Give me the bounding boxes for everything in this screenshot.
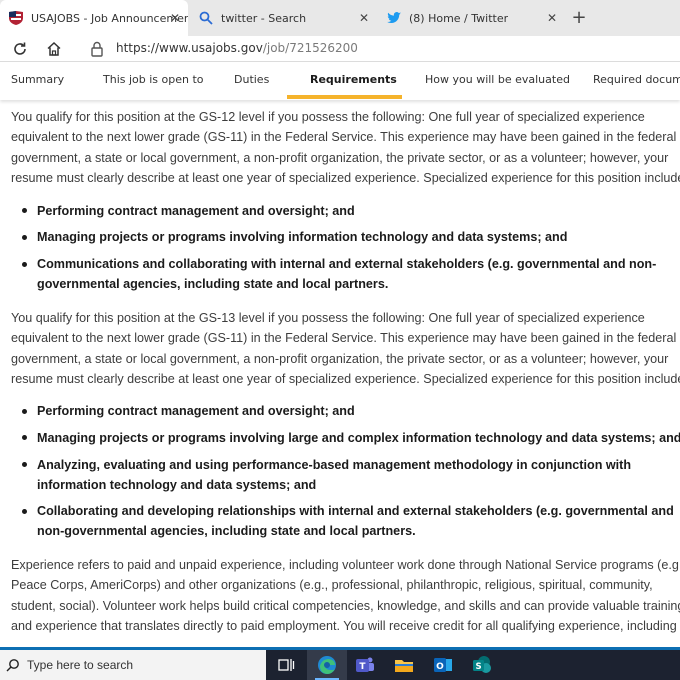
- text-line: student, social). Volunteer work helps b…: [11, 598, 680, 613]
- gs12-bullet-2: Managing projects or programs involving …: [37, 227, 680, 247]
- gs13-bullet-3: Analyzing, evaluating and using performa…: [37, 455, 680, 496]
- text-line: Peace Corps, AmeriCorps) and other organ…: [11, 578, 653, 593]
- experience-definition-text: Experience refers to paid and unpaid exp…: [11, 555, 680, 636]
- browser-tab-usajobs[interactable]: USAJOBS - Job Announcement ✕: [0, 0, 188, 36]
- text-line: government, a state or local government,…: [11, 150, 669, 165]
- task-view-icon[interactable]: [275, 654, 297, 676]
- gs12-bullet-1: Performing contract management and overs…: [37, 201, 680, 221]
- tab-title: twitter - Search: [221, 11, 307, 25]
- bullet-dot: [22, 262, 27, 267]
- text-line: Experience refers to paid and unpaid exp…: [11, 558, 680, 572]
- text-line: resume must clearly describe at least on…: [11, 371, 680, 386]
- svg-text:S: S: [475, 662, 481, 672]
- close-tab-icon[interactable]: ✕: [357, 11, 371, 25]
- gs13-qualification-text: You qualify for this position at the GS-…: [11, 308, 680, 389]
- text-line: Managing projects or programs involving …: [37, 431, 680, 445]
- url-field[interactable]: https://www.usajobs.gov/job/721526200: [116, 41, 358, 55]
- browser-tab-strip: USAJOBS - Job Announcement ✕ twitter - S…: [0, 0, 680, 36]
- tab-title: (8) Home / Twitter: [409, 11, 509, 25]
- browser-tab-twitter-home[interactable]: (8) Home / Twitter ✕: [378, 0, 565, 36]
- close-tab-icon[interactable]: ✕: [545, 11, 559, 25]
- text-line: government, a state or local government,…: [11, 351, 669, 366]
- text-line: governmental agencies, including state a…: [37, 277, 389, 292]
- browser-tab-twitter-search[interactable]: twitter - Search ✕: [190, 0, 377, 36]
- text-line: You qualify for this position at the GS-…: [11, 311, 645, 325]
- tab-this-job-is-open-to[interactable]: This job is open to: [103, 73, 204, 86]
- text-line: equivalent to the next lower grade (GS-1…: [11, 331, 677, 346]
- text-line: information technology and data systems;…: [37, 478, 317, 493]
- lock-icon[interactable]: [88, 40, 106, 58]
- twitter-bird-icon: [387, 12, 401, 24]
- bullet-dot: [22, 235, 27, 240]
- requirements-content: You qualify for this position at the GS-…: [0, 100, 680, 647]
- svg-text:T: T: [359, 662, 366, 672]
- tab-requirements[interactable]: Requirements: [310, 73, 397, 86]
- bullet-dot: [22, 509, 27, 514]
- section-nav: Summary This job is open to Duties Requi…: [0, 62, 680, 100]
- taskbar-search-box[interactable]: Type here to search: [0, 650, 266, 680]
- tab-title: USAJOBS - Job Announcement: [31, 11, 188, 25]
- search-icon: [6, 659, 19, 672]
- text-line: non-governmental agencies, including sta…: [37, 524, 416, 539]
- text-line: Collaborating and developing relationshi…: [37, 504, 674, 518]
- text-line: equivalent to the next lower grade (GS-1…: [11, 130, 677, 145]
- file-explorer-icon[interactable]: [393, 654, 415, 676]
- text-line: You qualify for this position at the GS-…: [11, 110, 645, 124]
- bullet-dot: [22, 462, 27, 467]
- tab-how-you-will-be-evaluated[interactable]: How you will be evaluated: [425, 73, 570, 86]
- text-line: Performing contract management and overs…: [37, 204, 355, 218]
- text-line: Analyzing, evaluating and using performa…: [37, 458, 632, 472]
- close-tab-icon[interactable]: ✕: [168, 11, 182, 25]
- text-line: Communications and collaborating with in…: [37, 257, 657, 271]
- bullet-dot: [22, 409, 27, 414]
- url-path: /job/721526200: [262, 41, 358, 55]
- windows-taskbar: Type here to search T O S: [0, 647, 680, 680]
- edge-icon[interactable]: [316, 654, 338, 676]
- new-tab-icon[interactable]: +: [570, 9, 588, 27]
- search-placeholder: Type here to search: [27, 658, 134, 672]
- url-host: https://www.usajobs.gov: [116, 41, 263, 55]
- outlook-icon[interactable]: O: [432, 654, 454, 676]
- text-line: resume must clearly describe at least on…: [11, 170, 680, 185]
- gs13-bullet-2: Managing projects or programs involving …: [37, 428, 680, 448]
- gs12-bullet-3: Communications and collaborating with in…: [37, 254, 680, 295]
- teams-icon[interactable]: T: [354, 654, 376, 676]
- active-tab-indicator: [287, 95, 402, 99]
- tab-summary[interactable]: Summary: [11, 73, 64, 86]
- usajobs-favicon: [8, 10, 24, 26]
- bullet-dot: [22, 208, 27, 213]
- text-line: and experience that translates directly …: [11, 618, 677, 633]
- search-icon: [199, 11, 213, 25]
- home-icon[interactable]: [45, 40, 63, 58]
- refresh-icon[interactable]: [11, 40, 29, 58]
- text-line: Managing projects or programs involving …: [37, 230, 568, 244]
- bullet-dot: [22, 435, 27, 440]
- sharepoint-icon[interactable]: S: [471, 654, 493, 676]
- svg-text:O: O: [436, 662, 444, 672]
- gs13-bullet-1: Performing contract management and overs…: [37, 401, 680, 421]
- gs13-bullet-4: Collaborating and developing relationshi…: [37, 501, 680, 542]
- tab-required-documents[interactable]: Required documen: [593, 73, 680, 86]
- gs12-qualification-text: You qualify for this position at the GS-…: [11, 107, 680, 188]
- tab-duties[interactable]: Duties: [234, 73, 269, 86]
- address-bar: https://www.usajobs.gov/job/721526200: [0, 36, 680, 62]
- text-line: Performing contract management and overs…: [37, 404, 355, 418]
